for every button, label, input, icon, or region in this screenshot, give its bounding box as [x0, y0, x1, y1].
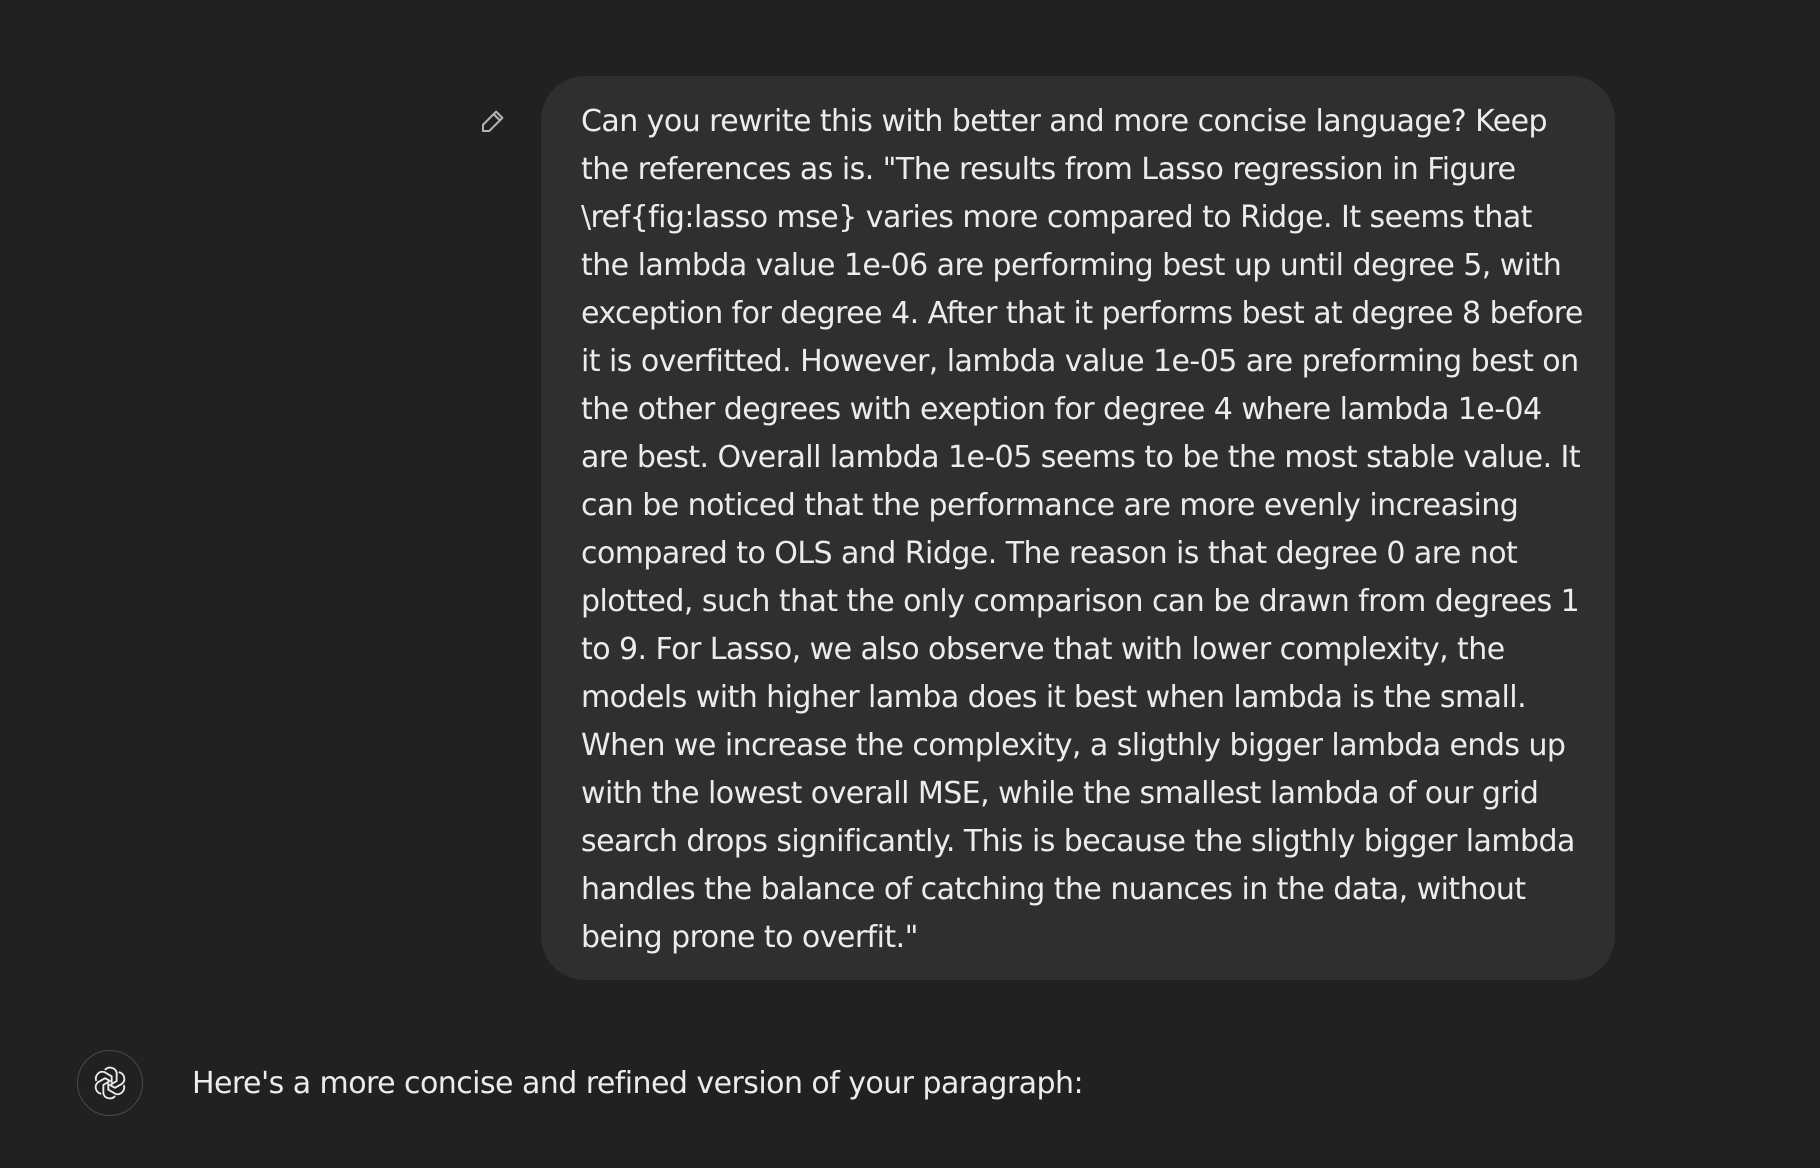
user-message-text: Can you rewrite this with better and mor…	[581, 104, 1592, 955]
assistant-message-row: Here's a more concise and refined versio…	[0, 1050, 1820, 1118]
assistant-avatar	[77, 1050, 143, 1116]
chat-page: Can you rewrite this with better and mor…	[0, 0, 1820, 1168]
edit-message-button[interactable]	[476, 104, 510, 138]
assistant-message-text: Here's a more concise and refined versio…	[192, 1066, 1084, 1101]
openai-logo-icon	[92, 1066, 128, 1100]
pencil-icon	[482, 110, 504, 132]
user-message-bubble: Can you rewrite this with better and mor…	[541, 76, 1615, 980]
